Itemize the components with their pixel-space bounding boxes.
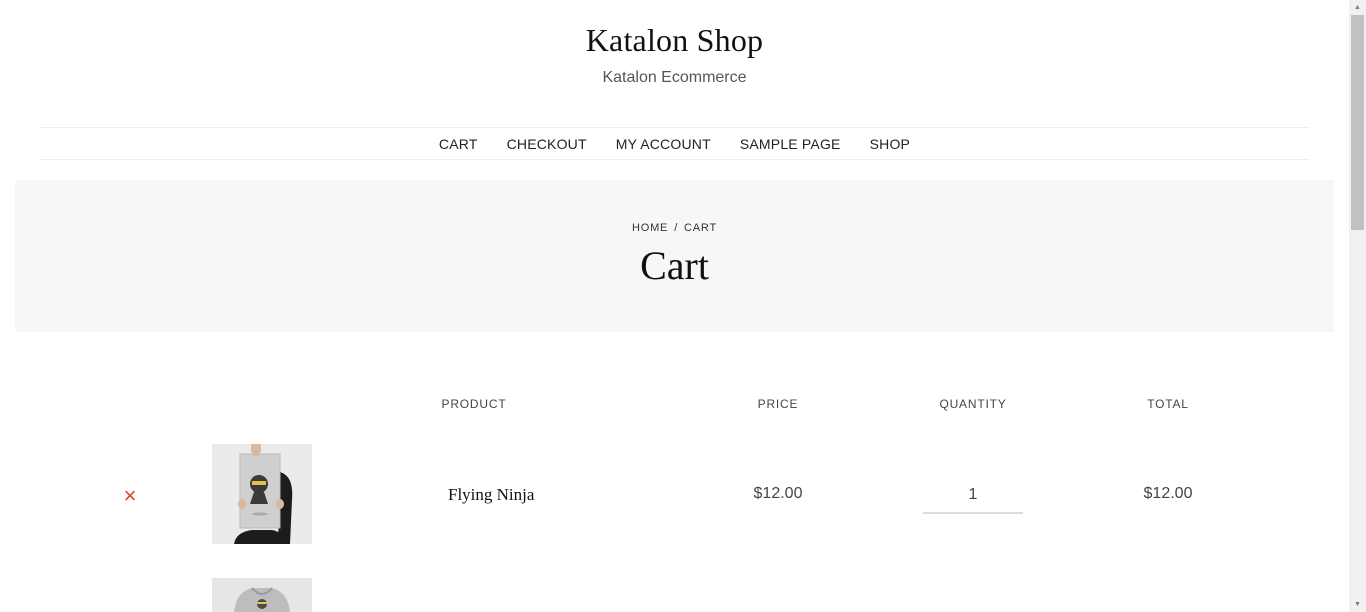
- column-header-quantity: Quantity: [939, 397, 1007, 411]
- hoodie-photo-icon: [212, 578, 312, 612]
- column-header-price: Price: [757, 397, 799, 411]
- scrollbar-thumb[interactable]: [1351, 15, 1364, 230]
- scroll-down-arrow-icon[interactable]: ▼: [1349, 597, 1366, 612]
- nav-item-checkout[interactable]: Checkout: [507, 136, 587, 152]
- product-name-link[interactable]: Flying Ninja: [448, 485, 534, 505]
- scroll-up-arrow-icon[interactable]: ▲: [1349, 0, 1366, 15]
- column-header-total: Total: [1147, 397, 1189, 411]
- item-total: $12.00: [1143, 485, 1193, 502]
- breadcrumb-separator: /: [674, 222, 679, 234]
- vertical-scrollbar[interactable]: ▲ ▼: [1349, 0, 1366, 612]
- nav-item-cart[interactable]: Cart: [439, 136, 478, 152]
- remove-item-icon[interactable]: ×: [120, 485, 140, 507]
- product-thumbnail[interactable]: [212, 578, 312, 612]
- site-tagline: Katalon Ecommerce: [602, 69, 747, 86]
- nav-item-sample-page[interactable]: Sample Page: [740, 136, 841, 152]
- poster-photo-icon: [212, 444, 312, 544]
- breadcrumb-home[interactable]: Home: [632, 222, 668, 234]
- nav-item-my-account[interactable]: My Account: [616, 136, 711, 152]
- page-header: Home / Cart Cart: [15, 180, 1334, 332]
- primary-nav: Cart Checkout My Account Sample Page Sho…: [40, 127, 1309, 160]
- quantity-input[interactable]: [923, 478, 1023, 514]
- item-price: $12.00: [753, 485, 803, 502]
- column-header-product: Product: [441, 397, 507, 411]
- breadcrumb-current: Cart: [684, 222, 717, 234]
- site-title[interactable]: Katalon Shop: [0, 22, 1349, 59]
- product-thumbnail[interactable]: [212, 444, 312, 544]
- page-title: Cart: [640, 243, 709, 288]
- nav-item-shop[interactable]: Shop: [870, 136, 910, 152]
- breadcrumb: Home / Cart: [15, 222, 1334, 234]
